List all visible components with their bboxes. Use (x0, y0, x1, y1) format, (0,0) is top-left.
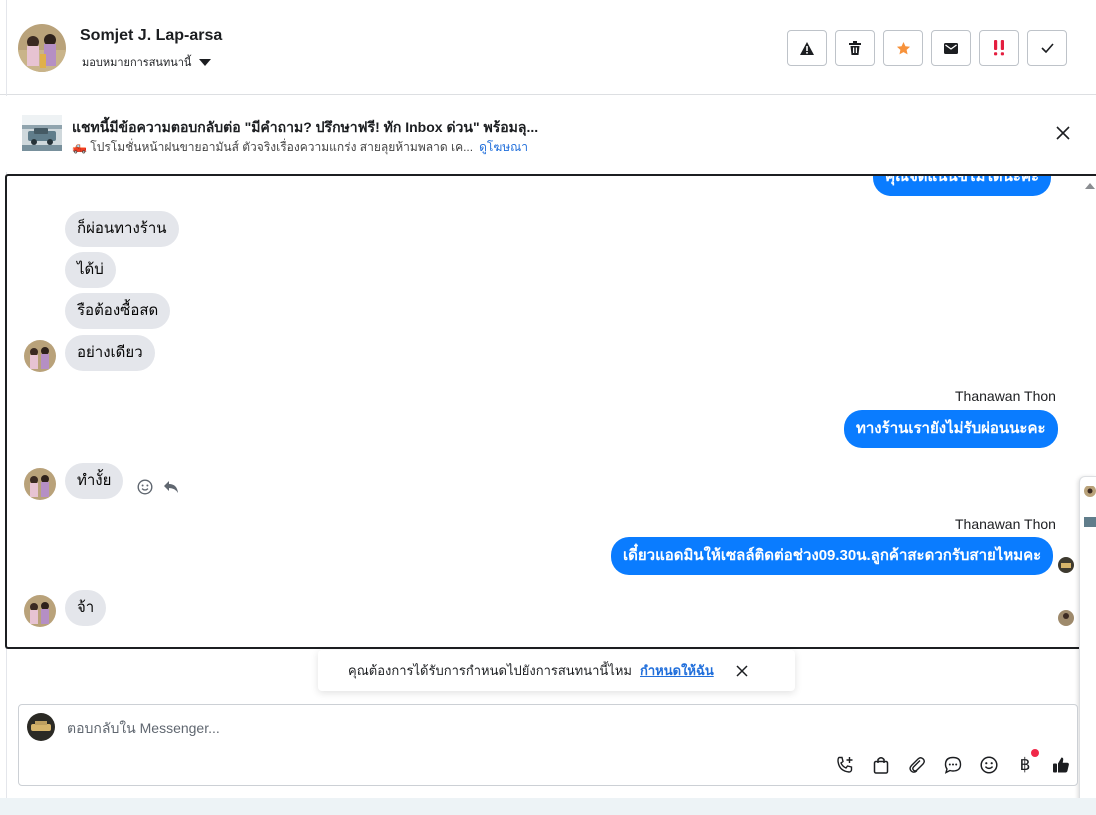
incoming-message[interactable]: อย่างเดียว (65, 335, 155, 371)
follow-up-button[interactable] (979, 30, 1019, 66)
ad-title: แชทนี้มีข้อความตอบกลับต่อ "มีคำถาม? ปรึก… (72, 119, 539, 135)
composer-toolbar: ฿ (833, 749, 1073, 777)
thumbs-up-icon[interactable] (1049, 753, 1073, 777)
ad-context-bar: แชทนี้มีข้อความตอบกลับต่อ "มีคำถาม? ปรึก… (0, 96, 1096, 172)
ad-subtitle: 🛻 โปรโมชั่นหน้าฝนขายอามันส์ ตัวจริงเรื่อ… (72, 138, 528, 157)
page-footer-strip (0, 798, 1096, 815)
page-avatar (27, 713, 55, 741)
contact-avatar[interactable] (18, 24, 66, 72)
reply-composer: ฿ (18, 704, 1078, 786)
incoming-message[interactable]: ได้บ่ (65, 252, 116, 288)
scroll-up-arrow-icon[interactable] (1085, 183, 1095, 189)
close-icon[interactable] (736, 664, 748, 677)
trash-icon (849, 41, 861, 55)
assign-prompt-text: คุณต้องการได้รับการกำหนดไปยังการสนทนานี้… (348, 663, 632, 678)
sender-name: Thanawan Thon (955, 516, 1056, 532)
outgoing-message[interactable]: คุณจัดแน่นข้ไม่ได้นะคะ (873, 176, 1052, 196)
reply-icon[interactable] (163, 480, 179, 494)
outgoing-message[interactable]: ทางร้านเรายังไม่รับผ่อนนะคะ (844, 410, 1058, 448)
sender-name: Thanawan Thon (955, 388, 1056, 404)
contact-name[interactable]: Somjet J. Lap-arsa (80, 27, 222, 45)
call-plus-icon[interactable] (833, 753, 857, 777)
message-hover-tools (137, 479, 179, 495)
emoji-react-icon[interactable] (137, 479, 153, 495)
mark-done-button[interactable] (1027, 30, 1067, 66)
envelope-icon (944, 42, 958, 54)
contact-avatar-small (24, 340, 56, 372)
baht-symbol: ฿ (1019, 755, 1031, 775)
conversation-actions (787, 30, 1067, 66)
assign-conversation-dropdown[interactable]: มอบหมายการสนทนานี้ (82, 53, 212, 71)
side-panel-collapsed[interactable] (1079, 476, 1096, 811)
inbox-conversation-view: Somjet J. Lap-arsa มอบหมายการสนทนานี้ แช… (0, 0, 1096, 815)
caret-down-icon (199, 58, 212, 66)
ad-thumbnail[interactable] (22, 115, 62, 151)
message-input[interactable] (67, 717, 827, 739)
close-icon[interactable] (1056, 126, 1070, 140)
check-icon (1040, 43, 1054, 53)
assign-prompt-toast: คุณต้องการได้รับการกำหนดไปยังการสนทนานี้… (318, 650, 795, 691)
incoming-message[interactable]: จ้า (65, 590, 107, 626)
outgoing-message[interactable]: เดี๋ยวแอดมินให้เซลล์ติดต่อช่วง09.30น.ลูก… (611, 537, 1054, 575)
delete-button[interactable] (835, 30, 875, 66)
assign-label: มอบหมายการสนทนานี้ (82, 57, 192, 69)
incoming-message[interactable]: รือต้องซื้อสด (65, 293, 171, 329)
mark-unread-button[interactable] (931, 30, 971, 66)
panel-thumbnail (1084, 517, 1096, 527)
chat-bubble-icon[interactable] (941, 753, 965, 777)
emoji-icon[interactable] (977, 753, 1001, 777)
view-ad-link[interactable]: ดูโฆษณา (479, 140, 528, 154)
star-icon (896, 41, 910, 54)
warning-icon (800, 41, 814, 55)
baht-icon[interactable]: ฿ (1013, 749, 1039, 777)
double-exclamation-icon (994, 40, 1004, 56)
seen-avatar (1058, 610, 1074, 626)
report-spam-button[interactable] (787, 30, 827, 66)
attachment-icon[interactable] (905, 753, 929, 777)
shopping-bag-icon[interactable] (869, 753, 893, 777)
contact-avatar-small (24, 468, 56, 500)
panel-avatar (1084, 485, 1096, 497)
incoming-message[interactable]: ก็ผ่อนทางร้าน (65, 211, 179, 247)
incoming-message[interactable]: ทำงั้ย (65, 463, 124, 499)
star-button[interactable] (883, 30, 923, 66)
notification-dot (1031, 749, 1039, 757)
message-thread[interactable]: คุณจัดแน่นข้ไม่ได้นะคะ ก็ผ่อนทางร้าน ได้… (5, 174, 1096, 649)
conversation-header: Somjet J. Lap-arsa มอบหมายการสนทนานี้ (0, 0, 1096, 815)
read-receipt-avatar (1058, 557, 1074, 573)
contact-avatar-small (24, 595, 56, 627)
ad-subtitle-text: 🛻 โปรโมชั่นหน้าฝนขายอามันส์ ตัวจริงเรื่อ… (72, 140, 474, 154)
assign-to-me-link[interactable]: กำหนดให้ฉัน (640, 660, 714, 681)
